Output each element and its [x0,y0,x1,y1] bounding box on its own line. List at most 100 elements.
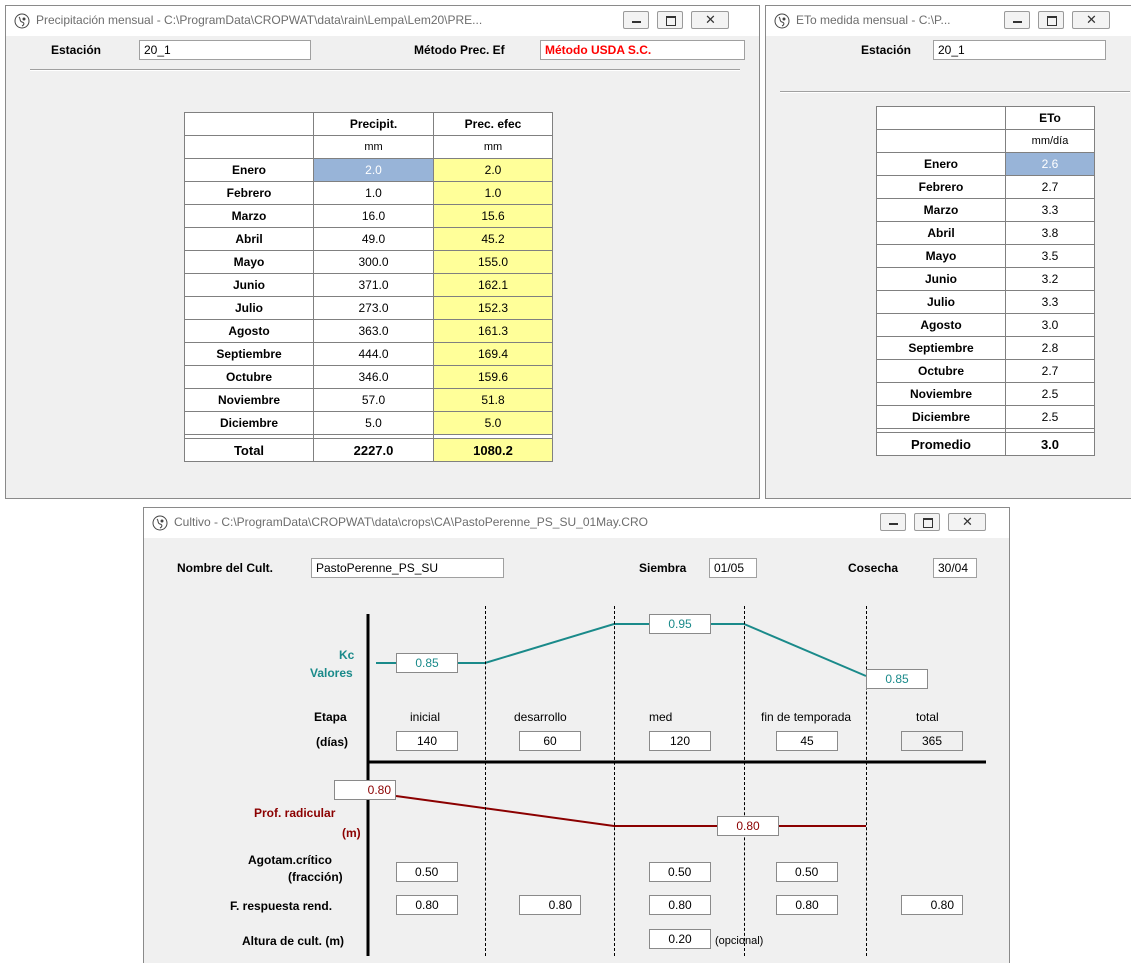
header-precip: Precipit. [313,112,434,136]
precip-cell[interactable]: 1.0 [313,181,434,205]
minimize-icon [632,21,641,23]
average-value: 3.0 [1005,432,1095,456]
precip-cell[interactable]: 346.0 [313,365,434,389]
average-row: Promedio 3.0 [876,432,1095,456]
month-label: Febrero [876,175,1006,199]
eto-cell[interactable]: 3.3 [1005,290,1095,314]
precip-cell[interactable]: 300.0 [313,250,434,274]
yield-initial-input[interactable]: 0.80 [396,895,458,915]
eto-cell[interactable]: 2.8 [1005,336,1095,360]
stage-name-late: fin de temporada [761,710,852,724]
eto-cell[interactable]: 2.5 [1005,405,1095,429]
yield-development-input[interactable]: 0.80 [519,895,581,915]
days-mid-input[interactable]: 120 [649,731,711,751]
days-initial-input[interactable]: 140 [396,731,458,751]
eto-cell[interactable]: 3.5 [1005,244,1095,268]
eto-cell[interactable]: 2.7 [1005,175,1095,199]
precip-cell[interactable]: 57.0 [313,388,434,412]
eto-table: ETo mm/día Enero 2.6 Febrero 2.7 Marzo 3.3 … [876,106,1095,456]
stage-name-total: total [916,710,939,724]
precip-cell[interactable]: 444.0 [313,342,434,366]
month-label: Octubre [876,359,1006,383]
corner-cell [184,112,314,136]
eff-cell: 162.1 [433,273,553,297]
close-icon: ✕ [705,12,716,27]
depletion-late-input[interactable]: 0.50 [776,862,838,882]
kc-values-label: Valores [310,666,353,680]
cropwat-app-icon [14,13,30,29]
precip-cell[interactable]: 363.0 [313,319,434,343]
days-late-input[interactable]: 45 [776,731,838,751]
station-input[interactable]: 20_1 [139,40,311,60]
eto-cell[interactable]: 3.0 [1005,313,1095,337]
eto-cell[interactable]: 3.2 [1005,267,1095,291]
precip-cell[interactable]: 16.0 [313,204,434,228]
unit-precip: mm [313,135,434,159]
yield-late-input[interactable]: 0.80 [776,895,838,915]
stage-name-development: desarrollo [514,710,567,724]
maximize-button[interactable] [657,11,683,29]
table-row: Marzo 3.3 [876,198,1095,222]
close-button[interactable]: ✕ [1072,11,1110,29]
close-button[interactable]: ✕ [691,11,729,29]
depletion-initial-input[interactable]: 0.50 [396,862,458,882]
kc-end-input[interactable]: 0.85 [866,669,928,689]
precip-cell[interactable]: 371.0 [313,273,434,297]
maximize-icon [666,16,676,26]
table-row: Mayo 300.0 155.0 [184,250,553,274]
station-label: Estación [51,43,102,57]
month-label: Agosto [184,319,314,343]
method-input[interactable]: Método USDA S.C. [540,40,745,60]
month-label: Mayo [876,244,1006,268]
precip-cell[interactable]: 49.0 [313,227,434,251]
unit-corner [184,135,314,159]
precip-cell[interactable]: 2.0 [313,158,434,182]
eto-window: ETo medida mensual - C:\P... ✕ Estación … [765,5,1131,499]
table-row: Enero 2.0 2.0 [184,158,553,182]
precip-titlebar[interactable]: Precipitación mensual - C:\ProgramData\C… [6,6,759,36]
table-row: Octubre 346.0 159.6 [184,365,553,389]
precip-cell[interactable]: 5.0 [313,411,434,435]
table-row: Junio 371.0 162.1 [184,273,553,297]
kc-mid-input[interactable]: 0.95 [649,614,711,634]
precip-window: Precipitación mensual - C:\ProgramData\C… [5,5,760,499]
minimize-button[interactable] [1004,11,1030,29]
table-row: Julio 273.0 152.3 [184,296,553,320]
yield-total-input[interactable]: 0.80 [901,895,963,915]
kc-label: Kc [339,648,355,662]
crop-window: Cultivo - C:\ProgramData\CROPWAT\data\cr… [143,507,1010,963]
station-input[interactable]: 20_1 [933,40,1106,60]
total-eff: 1080.2 [433,438,553,462]
eto-cell[interactable]: 2.6 [1005,152,1095,176]
minimize-button[interactable] [623,11,649,29]
eto-cell[interactable]: 3.8 [1005,221,1095,245]
window-title: ETo medida mensual - C:\P... [796,13,951,27]
eto-cell[interactable]: 2.7 [1005,359,1095,383]
month-label: Diciembre [184,411,314,435]
depletion-mid-input[interactable]: 0.50 [649,862,711,882]
kc-initial-input[interactable]: 0.85 [396,653,458,673]
corner-cell [876,106,1006,130]
eto-cell[interactable]: 3.3 [1005,198,1095,222]
eto-cell[interactable]: 2.5 [1005,382,1095,406]
month-label: Marzo [876,198,1006,222]
root-initial-input[interactable]: 0.80 [334,780,396,800]
stage-label: Etapa [314,710,347,724]
method-label: Método Prec. Ef [414,43,505,57]
unit-eff: mm [433,135,553,159]
crop-height-input[interactable]: 0.20 [649,929,711,949]
stage-divider [866,606,867,956]
stage-divider [744,606,745,956]
maximize-icon [1047,16,1057,26]
eto-titlebar[interactable]: ETo medida mensual - C:\P... ✕ [766,6,1131,36]
precip-cell[interactable]: 273.0 [313,296,434,320]
eff-cell: 169.4 [433,342,553,366]
eff-cell: 2.0 [433,158,553,182]
root-max-input[interactable]: 0.80 [717,816,779,836]
month-label: Enero [184,158,314,182]
maximize-button[interactable] [1038,11,1064,29]
days-development-input[interactable]: 60 [519,731,581,751]
month-label: Febrero [184,181,314,205]
table-row: Enero 2.6 [876,152,1095,176]
yield-mid-input[interactable]: 0.80 [649,895,711,915]
